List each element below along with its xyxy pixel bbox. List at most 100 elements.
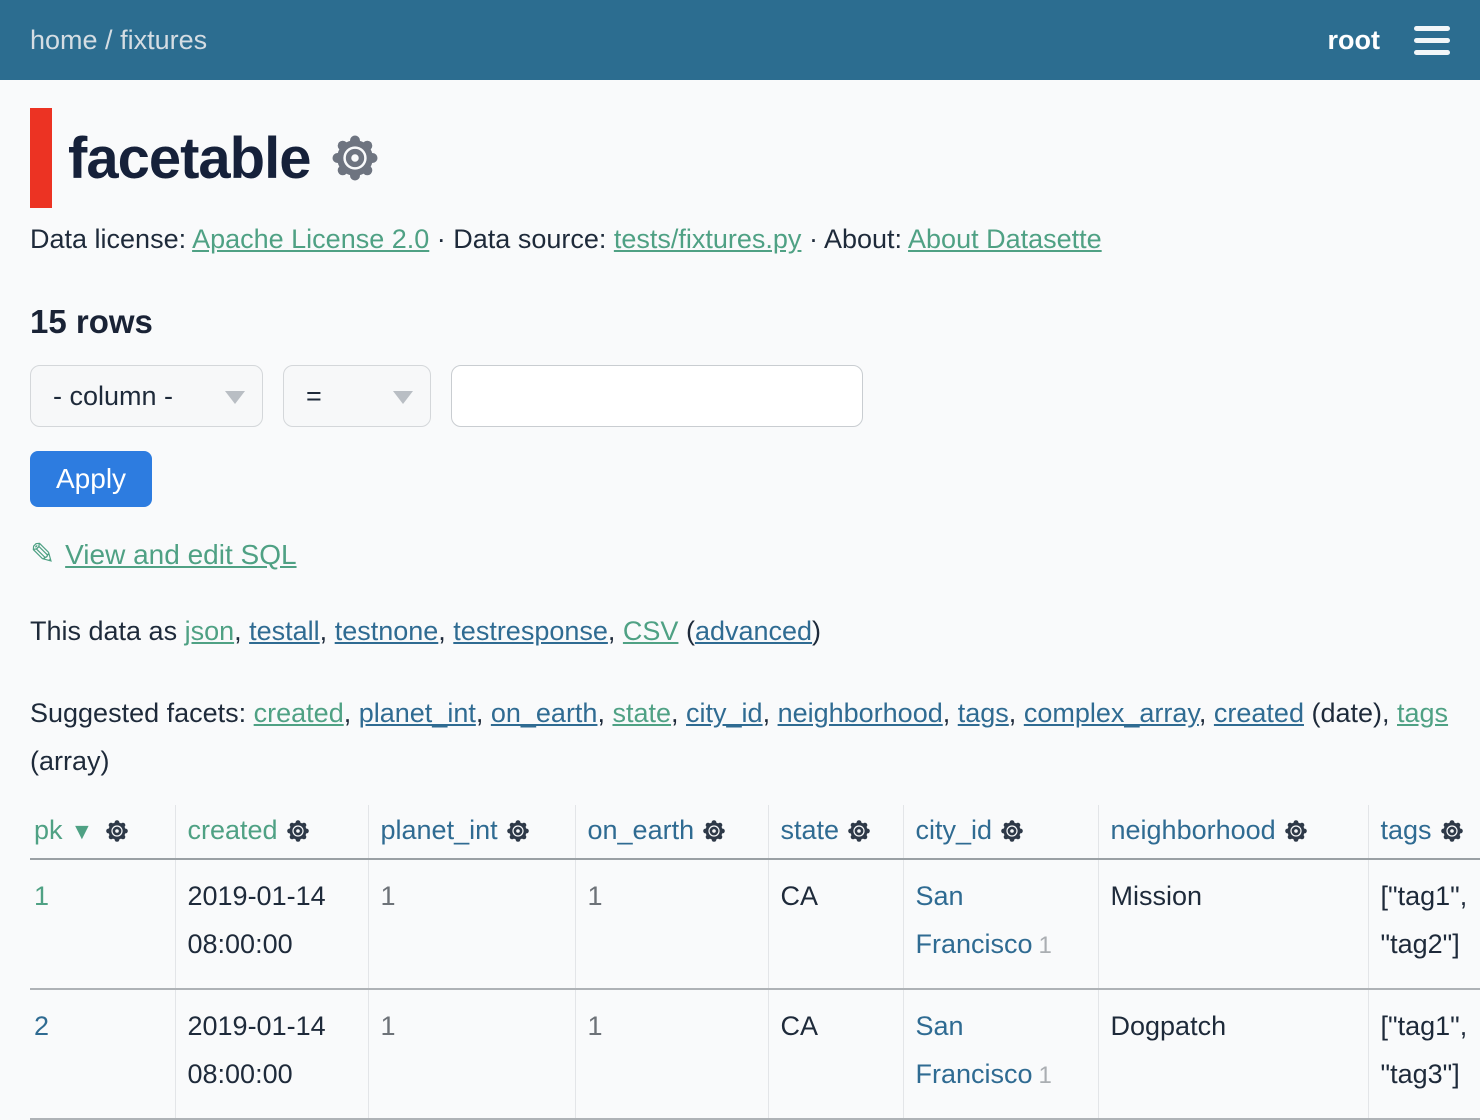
export-link-json[interactable]: json xyxy=(185,616,235,646)
separator: , xyxy=(763,698,778,728)
facet-link-tags-array[interactable]: tags xyxy=(1397,698,1448,728)
navbar: home / fixtures root xyxy=(0,0,1480,80)
cell-pk: 1 xyxy=(30,859,175,989)
facet-link-city-id[interactable]: city_id xyxy=(686,698,763,728)
cell-tags: ["tag1", "tag3"] xyxy=(1368,989,1480,1119)
separator: , xyxy=(1009,698,1024,728)
column-cog-icon[interactable] xyxy=(286,819,310,843)
separator-dot: · xyxy=(429,224,453,254)
separator: , xyxy=(943,698,958,728)
column-header-tags: tags xyxy=(1368,805,1480,859)
sql-link-row: ✎ View and edit SQL xyxy=(30,537,1480,572)
column-cog-icon[interactable] xyxy=(1284,819,1308,843)
separator: , xyxy=(476,698,491,728)
results-table: pk ▼ created planet_int on_earth state xyxy=(30,805,1480,1120)
table-header-row: pk ▼ created planet_int on_earth state xyxy=(30,805,1480,859)
separator: , xyxy=(608,616,623,646)
cell-city-id: San Francisco1 xyxy=(903,859,1098,989)
export-link-advanced[interactable]: advanced xyxy=(695,616,812,646)
page-title: facetable xyxy=(68,125,310,192)
column-header-created-link[interactable]: created xyxy=(188,815,278,845)
metadata-line: Data license: Apache License 2.0 · Data … xyxy=(30,224,1480,255)
separator: , xyxy=(597,698,612,728)
export-link-testnone[interactable]: testnone xyxy=(335,616,439,646)
apply-button[interactable]: Apply xyxy=(30,451,152,507)
city-id-value: 1 xyxy=(1039,932,1052,959)
column-cog-icon[interactable] xyxy=(847,819,871,843)
filter-column-select[interactable]: - column - xyxy=(30,365,263,427)
facet-link-created[interactable]: created xyxy=(254,698,344,728)
sort-desc-icon: ▼ xyxy=(71,818,94,844)
breadcrumb-db-link[interactable]: fixtures xyxy=(120,25,207,55)
cell-city-id: San Francisco1 xyxy=(903,989,1098,1119)
city-id-value: 1 xyxy=(1039,1062,1052,1089)
column-cog-icon[interactable] xyxy=(1440,819,1464,843)
row-count-heading: 15 rows xyxy=(30,303,1480,341)
column-header-tags-link[interactable]: tags xyxy=(1381,815,1432,845)
facet-link-on-earth[interactable]: on_earth xyxy=(491,698,598,728)
city-link[interactable]: San Francisco xyxy=(916,881,1033,959)
cell-planet-int: 1 xyxy=(368,989,575,1119)
facet-link-planet-int[interactable]: planet_int xyxy=(359,698,476,728)
column-header-neighborhood-link[interactable]: neighborhood xyxy=(1111,815,1276,845)
filter-value-input[interactable] xyxy=(451,365,863,427)
cell-on-earth: 1 xyxy=(575,989,768,1119)
table-row: 1 2019-01-14 08:00:00 1 1 CA San Francis… xyxy=(30,859,1480,989)
cell-created: 2019-01-14 08:00:00 xyxy=(175,989,368,1119)
export-link-csv[interactable]: CSV xyxy=(623,616,679,646)
view-edit-sql-link[interactable]: View and edit SQL xyxy=(65,539,296,571)
separator: (date), xyxy=(1304,698,1397,728)
column-header-state: state xyxy=(768,805,903,859)
column-header-state-link[interactable]: state xyxy=(781,815,840,845)
user-menu[interactable]: root xyxy=(1328,25,1380,56)
cell-neighborhood: Dogpatch xyxy=(1098,989,1368,1119)
separator: , xyxy=(671,698,686,728)
facet-link-state[interactable]: state xyxy=(612,698,671,728)
column-header-planet-int: planet_int xyxy=(368,805,575,859)
column-cog-icon[interactable] xyxy=(702,819,726,843)
separator: , xyxy=(438,616,453,646)
export-link-testresponse[interactable]: testresponse xyxy=(453,616,608,646)
source-link[interactable]: tests/fixtures.py xyxy=(614,224,802,254)
facet-link-neighborhood[interactable]: neighborhood xyxy=(778,698,943,728)
separator: , xyxy=(320,616,335,646)
about-link[interactable]: About Datasette xyxy=(908,224,1102,254)
export-link-testall[interactable]: testall xyxy=(249,616,320,646)
pk-link[interactable]: 2 xyxy=(34,1011,49,1041)
column-header-on-earth-link[interactable]: on_earth xyxy=(588,815,695,845)
cell-pk: 2 xyxy=(30,989,175,1119)
column-cog-icon[interactable] xyxy=(1000,819,1024,843)
column-header-pk-link[interactable]: pk xyxy=(34,815,63,845)
filter-row: - column - = xyxy=(30,365,1480,427)
city-link[interactable]: San Francisco xyxy=(916,1011,1033,1089)
column-header-pk: pk ▼ xyxy=(30,805,175,859)
cell-on-earth: 1 xyxy=(575,859,768,989)
pk-link[interactable]: 1 xyxy=(34,881,49,911)
license-link[interactable]: Apache License 2.0 xyxy=(192,224,429,254)
cell-state: CA xyxy=(768,989,903,1119)
results-table-wrap: pk ▼ created planet_int on_earth state xyxy=(30,805,1480,1120)
separator-dot: · xyxy=(801,224,824,254)
hamburger-menu-icon[interactable] xyxy=(1414,22,1450,59)
column-header-city-id-link[interactable]: city_id xyxy=(916,815,993,845)
separator: ) xyxy=(812,616,821,646)
facet-link-complex-array[interactable]: complex_array xyxy=(1024,698,1199,728)
breadcrumb-separator: / xyxy=(98,25,121,55)
table-settings-gear-icon[interactable] xyxy=(330,133,380,183)
filter-operator-select[interactable]: = xyxy=(283,365,431,427)
facet-link-tags[interactable]: tags xyxy=(958,698,1009,728)
column-header-planet-int-link[interactable]: planet_int xyxy=(381,815,498,845)
column-select-wrap: - column - xyxy=(30,365,263,427)
separator: , xyxy=(234,616,249,646)
export-prefix: This data as xyxy=(30,616,185,646)
breadcrumb: home / fixtures xyxy=(30,25,207,56)
separator: , xyxy=(344,698,359,728)
cell-planet-int: 1 xyxy=(368,859,575,989)
source-label: Data source: xyxy=(453,224,614,254)
about-label: About: xyxy=(824,224,908,254)
column-cog-icon[interactable] xyxy=(105,819,129,843)
column-cog-icon[interactable] xyxy=(506,819,530,843)
facet-link-created-date[interactable]: created xyxy=(1214,698,1304,728)
cell-state: CA xyxy=(768,859,903,989)
breadcrumb-home-link[interactable]: home xyxy=(30,25,98,55)
